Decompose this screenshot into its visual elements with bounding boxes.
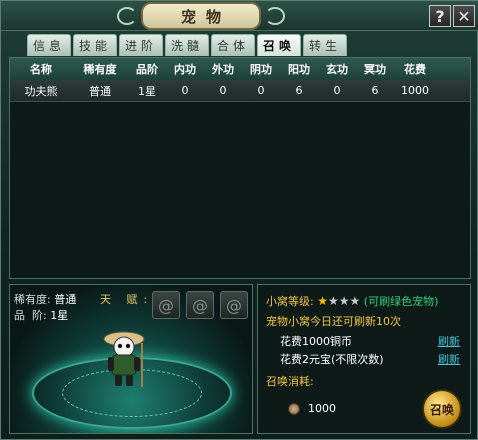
- table-row[interactable]: 功夫熊 普通 1星 0 0 0 6 0 6 1000: [10, 80, 470, 102]
- nest-level-label: 小窝等级:: [266, 295, 314, 308]
- column-header-inner: 内功: [174, 63, 196, 76]
- rarity-value: 普通: [54, 293, 77, 306]
- title-plaque: 宠物: [141, 2, 261, 30]
- pet-preview-panel: 稀有度: 普通 品 阶: 1星 天 赋: @ @ @: [9, 284, 253, 434]
- column-header-grade: 品阶: [136, 63, 158, 76]
- summon-cost-label: 召唤消耗:: [266, 375, 314, 388]
- cloud-ornament-icon: [117, 7, 137, 25]
- tab-summon[interactable]: 召唤: [257, 34, 301, 56]
- copper-coin-icon: [288, 403, 300, 415]
- tab-bar: 信息 技能 进阶 洗髓 合体 召唤 转生: [27, 34, 347, 56]
- refresh-remaining: 宠物小窝今日还可刷新10次: [266, 315, 401, 328]
- star-empty-icon: ★: [338, 294, 350, 308]
- cell-yang: 6: [295, 84, 303, 97]
- grade-value: 1星: [50, 309, 69, 322]
- tab-advance[interactable]: 进阶: [119, 34, 163, 56]
- cell-ming: 6: [371, 84, 379, 97]
- grade-line: 品 阶: 1星: [14, 307, 68, 323]
- summon-info-panel: 小窝等级: ★★★★ (可刷绿色宠物) 宠物小窝今日还可刷新10次 花费1000…: [257, 284, 471, 434]
- cloud-ornament-icon: [265, 7, 285, 25]
- tab-info[interactable]: 信息: [27, 34, 71, 56]
- column-header-name: 名称: [30, 63, 52, 76]
- window-title: 宠物: [180, 7, 231, 26]
- refresh-copper-link[interactable]: 刷新: [438, 333, 460, 349]
- pet-table: 名称 稀有度 品阶 内功 外功 阴功 阳功 玄功 冥功 花费 功夫熊 普通 1星…: [9, 57, 471, 279]
- rarity-line: 稀有度: 普通: [14, 291, 76, 307]
- cost-yuanbao: 花费2元宝(不限次数): [280, 353, 384, 366]
- refresh-yuanbao-link[interactable]: 刷新: [438, 351, 460, 367]
- talent-slot-swirl-icon[interactable]: @: [186, 291, 214, 319]
- tab-refine[interactable]: 洗髓: [165, 34, 209, 56]
- close-button[interactable]: ✕: [453, 5, 475, 27]
- column-header-rarity: 稀有度: [83, 63, 117, 76]
- cell-yin: 0: [257, 84, 265, 97]
- nest-note: (可刷绿色宠物): [363, 295, 439, 308]
- nest-level-row: 小窝等级: ★★★★ (可刷绿色宠物): [266, 293, 438, 309]
- tab-rebirth[interactable]: 转生: [303, 34, 347, 56]
- cell-grade: 1星: [138, 84, 156, 98]
- title-bar: 宠物 ? ✕: [1, 1, 478, 31]
- column-header-yin: 阴功: [250, 63, 272, 76]
- summon-button[interactable]: 召唤: [422, 389, 462, 429]
- cell-outer: 0: [219, 84, 227, 97]
- talent-slot-swirl-icon[interactable]: @: [152, 291, 180, 319]
- star-filled-icon: ★: [317, 294, 328, 308]
- kungfu-bear-pet-model: [103, 331, 145, 387]
- cell-rarity: 普通: [89, 84, 111, 98]
- star-empty-icon: ★: [327, 294, 339, 308]
- column-header-outer: 外功: [212, 63, 234, 76]
- cost-copper: 花费1000铜币: [280, 335, 352, 348]
- tab-merge[interactable]: 合体: [211, 34, 255, 56]
- column-header-ming: 冥功: [364, 63, 386, 76]
- help-button[interactable]: ?: [429, 5, 451, 27]
- cell-name: 功夫熊: [24, 84, 58, 98]
- cell-cost: 1000: [401, 84, 429, 97]
- column-header-cost: 花费: [404, 63, 426, 76]
- rarity-label: 稀有度:: [14, 293, 51, 306]
- column-header-yang: 阳功: [288, 63, 310, 76]
- talent-slot-swirl-icon[interactable]: @: [220, 291, 248, 319]
- cell-xuan: 0: [333, 84, 341, 97]
- grade-label: 品 阶:: [14, 309, 47, 322]
- star-empty-icon: ★: [349, 294, 361, 308]
- column-header-xuan: 玄功: [326, 63, 348, 76]
- talent-label: 天 赋:: [100, 293, 154, 306]
- table-header: 名称 稀有度 品阶 内功 外功 阴功 阳功 玄功 冥功 花费: [10, 58, 470, 80]
- pet-window: 宠物 ? ✕ 信息 技能 进阶 洗髓 合体 召唤 转生 名称 稀有度 品阶 内功…: [0, 0, 478, 440]
- cell-inner: 0: [181, 84, 189, 97]
- tab-skills[interactable]: 技能: [73, 34, 117, 56]
- summon-cost-value: 1000: [308, 402, 336, 415]
